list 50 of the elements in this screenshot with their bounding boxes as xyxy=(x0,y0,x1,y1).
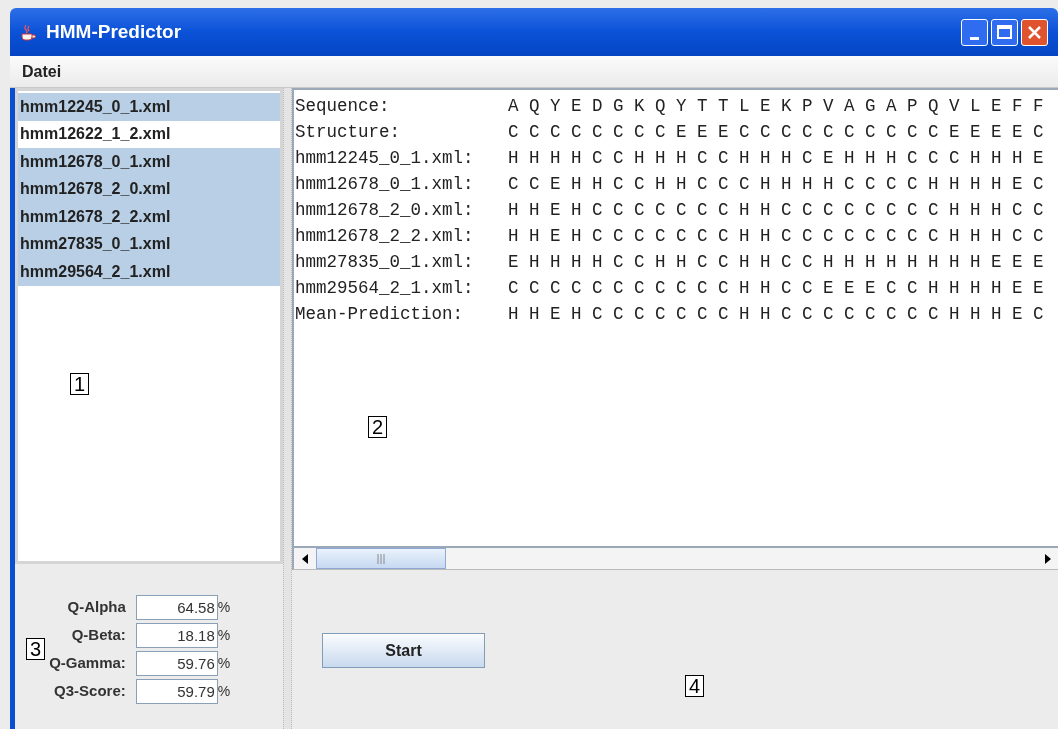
list-item[interactable]: hmm12245_0_1.xml xyxy=(18,93,280,121)
unit-label: % xyxy=(217,597,231,617)
sequence-text: H H E H C C C C C C C H H C C C C C C C C H H H C C xyxy=(508,198,1044,222)
menu-item[interactable]: Datei xyxy=(22,59,62,84)
score-label: Q-Beta: xyxy=(70,624,127,645)
row-label: Sequence: xyxy=(295,94,391,118)
row-label: hmm27835_0_1.xml: xyxy=(295,250,475,274)
unit-label: % xyxy=(217,625,231,645)
score-label: Q-Alpha xyxy=(66,596,127,617)
maximize-button[interactable] xyxy=(991,18,1018,46)
coffee-cup-icon xyxy=(18,22,38,42)
sequence-text: H H E H C C C C C C C H H C C C C C C C C H H H C C xyxy=(508,224,1044,248)
row-label: Structure: xyxy=(295,120,402,144)
unit-label: % xyxy=(217,681,231,701)
start-button[interactable]: Start xyxy=(322,633,485,668)
minimize-button[interactable] xyxy=(961,18,988,46)
sequence-text: A Q Y E D G K Q Y T T L E K P V A G A P Q V L E F F xyxy=(508,94,1044,118)
row-label: hmm12678_2_2.xml: xyxy=(295,224,475,248)
list-item[interactable]: hmm29564_2_1.xml xyxy=(18,258,280,286)
sequence-text: H H H H C C H H H C C H H H C E H H H C C C H H H E xyxy=(508,146,1044,170)
row-label: hmm12678_2_0.xml: xyxy=(295,198,475,222)
window-title: HMM-Predictor xyxy=(46,19,182,44)
score-field[interactable]: 59.79 xyxy=(135,678,218,704)
scroll-thumb[interactable] xyxy=(316,548,446,569)
region-marker: 4 xyxy=(685,675,705,697)
close-icon xyxy=(1027,24,1042,40)
region-marker: 2 xyxy=(368,416,388,438)
score-field[interactable]: 59.76 xyxy=(135,650,218,676)
close-button[interactable] xyxy=(1021,18,1048,46)
list-item[interactable]: hmm12678_2_0.xml xyxy=(18,175,280,203)
list-item[interactable]: hmm12678_2_2.xml xyxy=(18,203,280,231)
row-label: hmm29564_2_1.xml: xyxy=(295,276,475,300)
score-field[interactable]: 18.18 xyxy=(135,622,218,648)
score-label: Q3-Score: xyxy=(53,680,127,701)
list-item[interactable]: hmm12678_0_1.xml xyxy=(18,148,280,176)
unit-label: % xyxy=(217,653,231,673)
sequence-text: E H H H H C C H H C C H H C C H H H H H H H H E E E xyxy=(508,250,1044,274)
sequence-text: C C E H H C C H H C C C H H H H C C C C H H H H E C xyxy=(508,172,1044,196)
row-label: hmm12678_0_1.xml: xyxy=(295,172,475,196)
sequence-text: H H E H C C C C C C C H H C C C C C C C C H H H E C xyxy=(508,302,1044,326)
region-marker: 3 xyxy=(26,638,46,660)
score-label: Q-Gamma: xyxy=(49,652,127,673)
sequence-text: C C C C C C C C E E E C C C C C C C C C C E E E E C xyxy=(508,120,1044,144)
row-label: hmm12245_0_1.xml: xyxy=(295,146,475,170)
region-marker: 1 xyxy=(70,373,90,395)
list-item[interactable]: hmm27835_0_1.xml xyxy=(18,230,280,258)
row-label: Mean-Prediction: xyxy=(295,302,465,326)
score-field[interactable]: 64.58 xyxy=(135,594,218,620)
horizontal-scrollbar[interactable] xyxy=(292,548,1058,570)
sequence-text: C C C C C C C C C C C H H C C E E E C C H H H H E E xyxy=(508,276,1044,300)
